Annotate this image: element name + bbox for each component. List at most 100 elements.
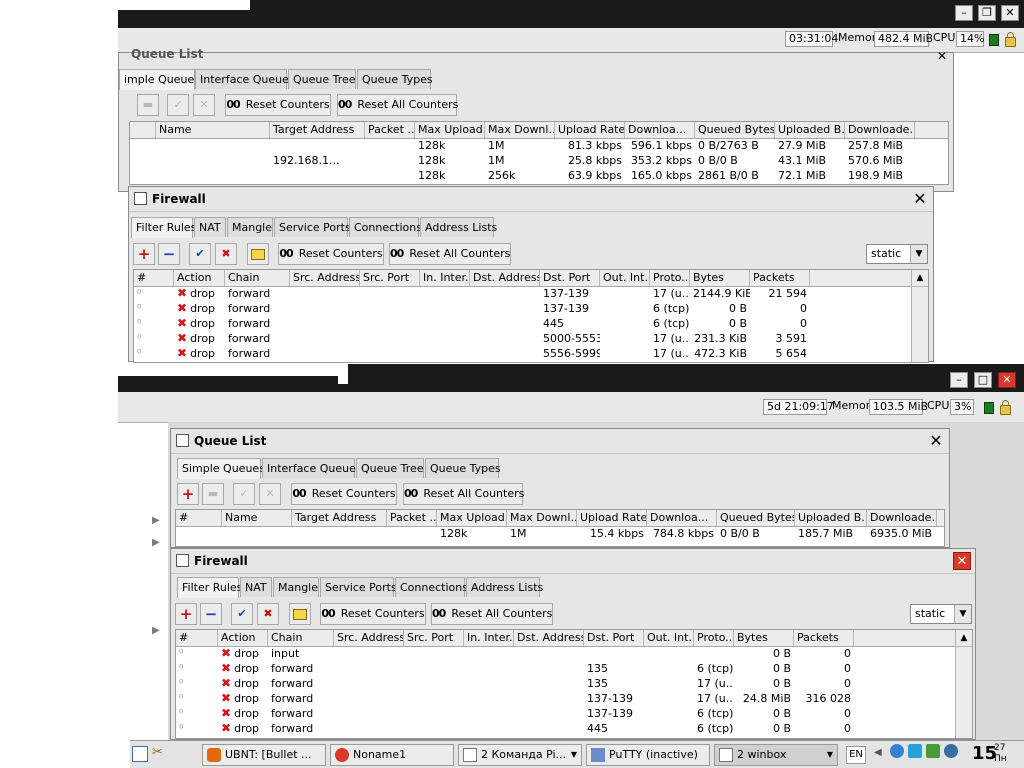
disable-icon[interactable]: ✕	[259, 483, 281, 505]
vertical-scrollbar[interactable]: ▲	[955, 630, 972, 738]
enable-icon[interactable]: ✔	[189, 243, 211, 265]
col-number[interactable]: #	[176, 510, 222, 526]
tab-queue-tree[interactable]: Queue Tree	[356, 458, 424, 478]
table-row[interactable]: ⁰ ✖ drop forward 137-139 6 (tcp) 0 B 0	[176, 706, 972, 721]
tab-nat[interactable]: NAT	[240, 577, 272, 597]
table-row[interactable]: 192.168.1... 128k 1M 25.8 kbps 353.2 kbps 0 B…	[130, 153, 948, 168]
table-row[interactable]: ⁰ ✖ drop forward 445 6 (tcp) 0 B 0	[134, 316, 928, 331]
add-icon[interactable]: +	[175, 603, 197, 625]
col-protocol[interactable]: Proto...	[694, 630, 734, 646]
table-row[interactable]: ⁰ ✖ drop forward 137-139 17 (u... 2144.9 KiB 21…	[134, 286, 928, 301]
table-row[interactable]: ⁰ ✖ drop forward 5000-5553 17 (u... 231.3 KiB 3…	[134, 331, 928, 346]
tab-mangle[interactable]: Mangle	[273, 577, 319, 597]
col-max-download[interactable]: Max Downl...	[485, 122, 555, 138]
table-row[interactable]: 128k 1M 81.3 kbps 596.1 kbps 0 B/2763 B 27.9 …	[130, 138, 948, 153]
tray-icon[interactable]	[926, 744, 940, 758]
task-item[interactable]: 2 Команда Pi... ▼	[458, 744, 582, 766]
enable-icon[interactable]: ✔	[231, 603, 253, 625]
chevron-down-icon[interactable]: ▼	[954, 605, 971, 623]
table-row[interactable]: ⁰ ✖ drop forward 137-139 6 (tcp) 0 B 0	[134, 301, 928, 316]
col-max-upload[interactable]: Max Upload...	[415, 122, 485, 138]
col-action[interactable]: Action	[174, 270, 225, 286]
quick-launch-icon[interactable]	[132, 746, 148, 762]
col-bytes[interactable]: Bytes	[734, 630, 794, 646]
col-number[interactable]: #	[134, 270, 174, 286]
col-packets[interactable]: Packets	[794, 630, 854, 646]
comment-icon[interactable]	[289, 603, 311, 625]
filter-select[interactable]: static ▼	[866, 244, 928, 264]
tab-filter-rules[interactable]: Filter Rules	[131, 217, 196, 238]
add-icon[interactable]: +	[133, 243, 155, 265]
col-downloaded-bytes[interactable]: Downloade...	[867, 510, 937, 526]
remove-icon[interactable]: ▬	[137, 94, 159, 116]
tab-simple-queues[interactable]: imple Queues	[119, 69, 200, 90]
table-row[interactable]: ⁰ ✖ drop forward 445 6 (tcp) 0 B 0	[176, 721, 972, 736]
close-icon[interactable]: ✕	[927, 432, 945, 450]
remove-icon[interactable]: −	[200, 603, 222, 625]
table-row[interactable]: ⁰ ✖ drop forward 5556-5999 17 (u... 472.3 KiB 5…	[134, 346, 928, 361]
col-downloaded-bytes[interactable]: Downloade...	[845, 122, 915, 138]
vertical-scrollbar[interactable]: ▲	[911, 270, 928, 362]
tab-connections[interactable]: Connections	[395, 577, 468, 597]
window-checkbox[interactable]	[134, 192, 147, 205]
col-upload-rate[interactable]: Upload Rate	[577, 510, 647, 526]
table-row[interactable]: 128k 256k 63.9 kbps 165.0 kbps 2861 B/0 B 72.…	[130, 168, 948, 183]
chevron-down-icon[interactable]: ▼	[910, 245, 927, 263]
filter-select[interactable]: static ▼	[910, 604, 972, 624]
col-download-rate[interactable]: Downloa...	[647, 510, 717, 526]
col-src-address[interactable]: Src. Address	[290, 270, 360, 286]
queue-list-titlebar[interactable]: Queue List ✕	[171, 429, 949, 454]
col-number[interactable]: #	[176, 630, 218, 646]
window-checkbox[interactable]	[176, 434, 189, 447]
col-in-interface[interactable]: In. Inter...	[464, 630, 514, 646]
table-row[interactable]: ⁰ ✖ drop forward 135 6 (tcp) 0 B 0	[176, 661, 972, 676]
scroll-up-icon[interactable]: ▲	[912, 270, 928, 287]
col-in-interface[interactable]: In. Inter...	[420, 270, 470, 286]
tray-icon[interactable]	[908, 744, 922, 758]
close-button[interactable]: ✕	[998, 372, 1016, 388]
tab-interface-queues[interactable]: Interface Queues	[262, 458, 362, 478]
col-dst-address[interactable]: Dst. Address	[470, 270, 540, 286]
tab-service-ports[interactable]: Service Ports	[320, 577, 397, 597]
col-packet[interactable]: Packet ...	[387, 510, 437, 526]
col-out-interface[interactable]: Out. Int...	[600, 270, 650, 286]
close-button[interactable]: ✕	[1001, 5, 1019, 21]
tab-interface-queues[interactable]: Interface Queues	[195, 69, 295, 89]
reset-counters-button[interactable]: 00 Reset Counters	[278, 243, 384, 265]
tab-simple-queues[interactable]: Simple Queues	[177, 458, 265, 479]
chevron-right-icon[interactable]: ▶	[152, 537, 160, 548]
language-indicator[interactable]: EN	[846, 746, 866, 764]
col-uploaded-bytes[interactable]: Uploaded B...	[775, 122, 845, 138]
col-target-address[interactable]: Target Address	[292, 510, 387, 526]
reset-counters-button[interactable]: 00 Reset Counters	[320, 603, 426, 625]
col-src-port[interactable]: Src. Port	[360, 270, 420, 286]
tab-address-lists[interactable]: Address Lists	[466, 577, 543, 597]
reset-all-counters-button[interactable]: 00 Reset All Counters	[389, 243, 511, 265]
close-icon[interactable]: ✕	[911, 190, 929, 208]
col-dst-address[interactable]: Dst. Address	[514, 630, 584, 646]
tab-nat[interactable]: NAT	[194, 217, 226, 237]
tab-address-lists[interactable]: Address Lists	[420, 217, 497, 237]
minimize-button[interactable]: –	[955, 5, 973, 21]
tab-filter-rules[interactable]: Filter Rules	[177, 577, 242, 598]
col-chain[interactable]: Chain	[225, 270, 290, 286]
clock-day[interactable]: Пн	[994, 754, 1007, 764]
comment-icon[interactable]	[247, 243, 269, 265]
add-icon[interactable]: +	[177, 483, 199, 505]
chevron-right-icon[interactable]: ▶	[152, 515, 160, 526]
col-uploaded-bytes[interactable]: Uploaded B...	[795, 510, 867, 526]
col-dst-port[interactable]: Dst. Port	[584, 630, 644, 646]
reset-counters-button[interactable]: 00 Reset Counters	[291, 483, 397, 505]
disable-icon[interactable]: ✖	[215, 243, 237, 265]
col-name[interactable]: Name	[156, 122, 270, 138]
tray-icon[interactable]	[944, 744, 958, 758]
reset-all-counters-button[interactable]: 00 Reset All Counters	[431, 603, 553, 625]
col-queued-bytes[interactable]: Queued Bytes	[695, 122, 775, 138]
col-download-rate[interactable]: Downloa...	[625, 122, 695, 138]
col-target-address[interactable]: Target Address	[270, 122, 365, 138]
task-item[interactable]: 2 winbox ▼	[714, 744, 838, 766]
col-upload-rate[interactable]: Upload Rate	[555, 122, 625, 138]
tab-service-ports[interactable]: Service Ports	[274, 217, 351, 237]
col-out-interface[interactable]: Out. Int...	[644, 630, 694, 646]
col-src-port[interactable]: Src. Port	[404, 630, 464, 646]
